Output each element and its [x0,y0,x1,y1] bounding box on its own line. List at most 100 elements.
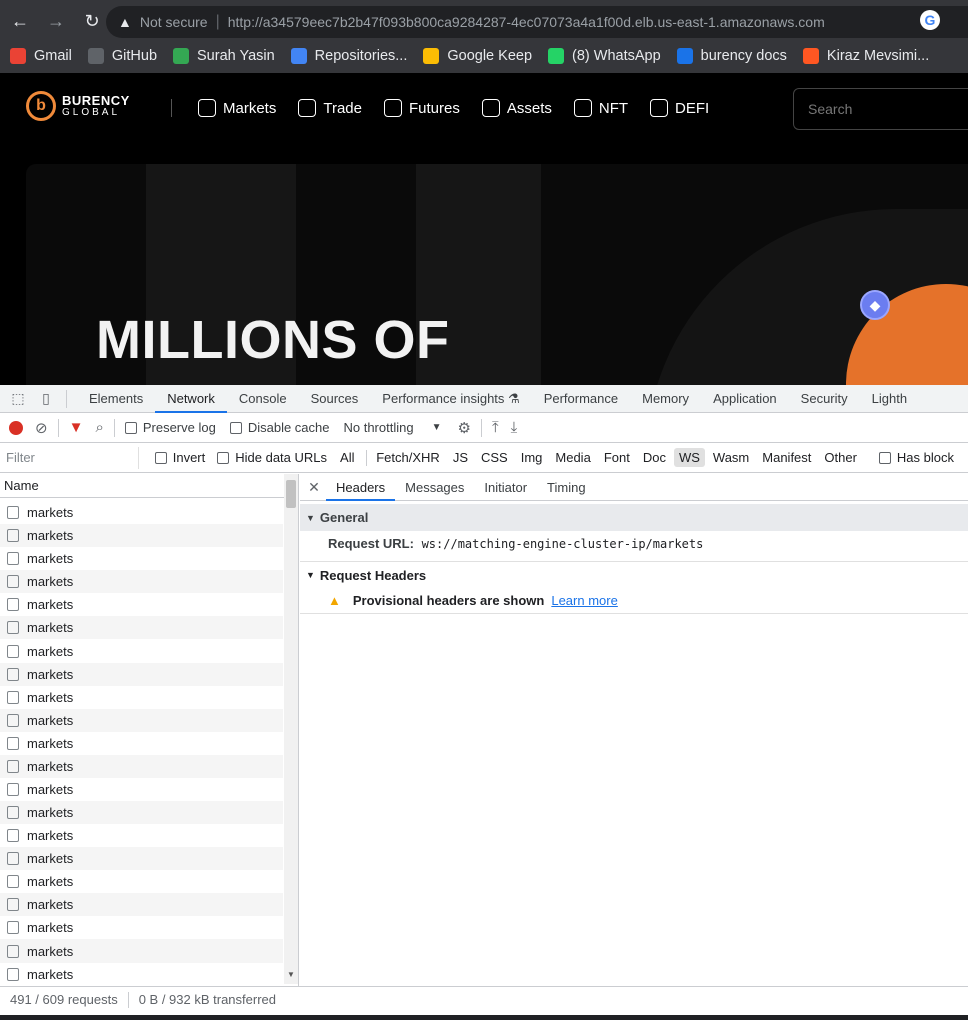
has-blocked-checkbox[interactable]: Has block [878,450,954,465]
bookmark-item[interactable]: burency docs [676,48,787,64]
scroll-down-arrow-icon[interactable]: ▼ [287,970,295,979]
network-conditions-icon[interactable]: ⚙ [457,419,470,437]
record-icon[interactable] [9,420,23,435]
invert-checkbox[interactable]: Invert [154,450,205,465]
devtools-tab[interactable]: Elements [77,385,155,413]
request-row[interactable]: markets [0,547,283,570]
detail-tab[interactable]: Initiator [474,474,537,501]
request-row[interactable]: markets [0,916,283,939]
request-row[interactable]: markets [0,801,283,825]
file-icon [7,736,19,750]
burency-logo[interactable]: b BURENCY GLOBAL [26,91,130,121]
site-nav-item[interactable]: Futures [383,99,460,117]
resource-type-filter[interactable]: JS [448,448,473,467]
back-arrow-icon[interactable]: ← [4,5,36,37]
devtools-tab[interactable]: Network [155,385,227,413]
bookmark-item[interactable]: Repositories... [290,48,407,64]
request-row[interactable]: markets [0,754,283,778]
request-row[interactable]: markets [0,662,283,686]
site-nav-item[interactable]: DEFI [650,99,709,117]
clear-icon[interactable]: ⊘ [35,419,48,437]
resource-type-filter[interactable]: Other [819,448,862,467]
request-row[interactable]: markets [0,893,283,917]
throttling-select[interactable]: No throttling ▼ [343,420,441,435]
bookmark-item[interactable]: Gmail [10,48,72,64]
site-nav-item[interactable]: NFT [573,99,628,117]
request-row[interactable]: markets [0,593,283,616]
file-icon [7,944,19,958]
network-toolbar: ⊘ ▼ ⌕ Preserve log Disable cache No thro… [0,413,968,443]
devtools-tab[interactable]: Sources [299,385,371,413]
address-bar[interactable]: ▲ Not secure | http://a34579eec7b2b47f09… [106,6,968,38]
bookmark-item[interactable]: Kiraz Mevsimi... [802,48,929,64]
request-row[interactable]: markets [0,686,283,709]
resource-type-filter[interactable]: Fetch/XHR [371,448,445,467]
google-icon[interactable]: G [920,10,940,30]
bookmark-item[interactable]: GitHub [87,48,157,64]
file-icon [7,898,19,912]
scroll-thumb[interactable] [286,480,296,508]
request-headers-header[interactable]: ▼ Request Headers [300,562,968,588]
device-toolbar-icon[interactable]: ▯ [36,389,56,409]
site-nav-item[interactable]: Assets [481,99,552,117]
request-list-scrollbar[interactable]: ▼ [284,474,298,984]
general-section-header[interactable]: ▼ General [300,504,968,531]
export-har-icon[interactable]: ⤓ [511,419,518,436]
request-row[interactable]: markets [0,708,283,732]
request-row[interactable]: markets [0,870,283,893]
resource-type-filter[interactable]: Img [516,448,548,467]
bookmark-item[interactable]: Surah Yasin [173,48,275,64]
resource-type-filter[interactable]: WS [673,448,705,467]
devtools-tab[interactable]: Performance insights ⚗ [370,385,531,413]
forward-arrow-icon[interactable]: → [40,5,72,37]
file-icon [7,621,19,635]
detail-tab[interactable]: Headers [326,474,396,501]
request-row[interactable]: markets [0,732,283,755]
resource-type-filter[interactable]: Doc [638,448,671,467]
request-row[interactable]: markets [0,616,283,640]
url-text: http://a34579eec7b2b47f093b800ca9284287-… [227,14,825,30]
reload-icon[interactable]: ↻ [76,5,108,37]
request-row[interactable]: markets [0,963,283,986]
devtools-tab[interactable]: Application [701,385,789,413]
filter-icon[interactable]: ▼ [69,419,84,436]
name-column-header[interactable]: Name [0,474,298,498]
request-row[interactable]: markets [0,847,283,871]
site-nav-item[interactable]: Trade [298,99,362,117]
detail-tab[interactable]: Timing [537,474,596,501]
devtools-tab[interactable]: Security [789,385,860,413]
request-row[interactable]: markets [0,778,283,801]
disable-cache-checkbox[interactable]: Disable cache [229,420,329,435]
resource-type-filter[interactable]: Font [599,448,635,467]
close-detail-icon[interactable]: ✕ [302,479,326,496]
search-icon[interactable]: ⌕ [95,419,103,436]
devtools-tab[interactable]: Console [227,385,299,413]
request-row[interactable]: markets [0,639,283,662]
resource-type-filter[interactable]: CSS [476,448,513,467]
inspect-element-icon[interactable]: ⬚ [8,389,28,409]
resource-type-filter[interactable]: Media [550,448,595,467]
browser-chrome: ← → ↻ ▲ Not secure | http://a34579eec7b2… [0,0,968,73]
devtools-tab[interactable]: Performance [532,385,630,413]
devtools-tab[interactable]: Memory [630,385,701,413]
site-search-input[interactable]: Search [793,88,968,130]
detail-tab[interactable]: Messages [395,474,474,501]
resource-type-filter[interactable]: Wasm [708,448,754,467]
request-row[interactable]: markets [0,501,283,524]
bookmark-item[interactable]: (8) WhatsApp [548,48,661,64]
request-row[interactable]: markets [0,939,283,963]
resource-type-filter[interactable]: All [335,448,359,467]
learn-more-link[interactable]: Learn more [551,593,617,608]
import-har-icon[interactable]: ⤒ [492,419,499,436]
filter-input[interactable]: Filter [2,446,139,469]
nav-label: Trade [323,99,362,117]
request-row[interactable]: markets [0,824,283,847]
hide-data-urls-checkbox[interactable]: Hide data URLs [217,450,327,465]
request-row[interactable]: markets [0,570,283,594]
preserve-log-checkbox[interactable]: Preserve log [124,420,216,435]
request-row[interactable]: markets [0,524,283,548]
devtools-tab[interactable]: Lighth [860,385,919,413]
resource-type-filter[interactable]: Manifest [757,448,816,467]
bookmark-item[interactable]: Google Keep [423,48,532,64]
site-nav-item[interactable]: Markets [198,99,276,117]
